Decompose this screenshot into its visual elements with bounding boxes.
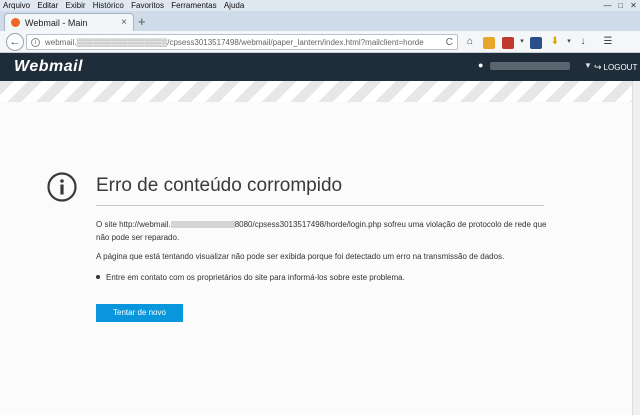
chevron-down-icon[interactable]: ▾ xyxy=(566,35,572,49)
site-info-icon[interactable]: i xyxy=(31,37,40,47)
info-icon xyxy=(47,172,77,202)
cpanel-favicon-icon xyxy=(11,18,20,27)
toolbar-icons: ⌂ ▾ ⬇ ▾ ↓ ☰ xyxy=(462,34,619,50)
menu-arquivo[interactable]: Arquivo xyxy=(1,0,32,11)
download-icon[interactable]: ↓ xyxy=(575,35,591,49)
suggestion-item: Entre em contato com os proprietários do… xyxy=(96,272,405,284)
error-explanation: A página que está tentando visualizar nã… xyxy=(96,252,505,261)
download-icon[interactable]: ⬇ xyxy=(547,35,563,49)
logout-icon: ↪ xyxy=(594,62,602,72)
logout-label: LOGOUT xyxy=(603,63,638,72)
menu-bar: Arquivo Editar Exibir Histórico Favorito… xyxy=(0,0,640,11)
bullet-dot xyxy=(96,275,100,279)
striped-banner xyxy=(0,81,640,102)
menu-ajuda[interactable]: Ajuda xyxy=(222,0,246,11)
divider xyxy=(96,205,544,206)
menu-ferramentas[interactable]: Ferramentas xyxy=(169,0,218,11)
bookmarks-icon[interactable] xyxy=(483,36,495,49)
address-bar[interactable]: i webmail.▒▒▒▒▒▒▒▒▒▒▒▒▒▒▒▒/cpsess3013517… xyxy=(26,34,458,50)
menu-favoritos[interactable]: Favoritos xyxy=(129,0,166,11)
try-again-button[interactable]: Tentar de novo xyxy=(96,304,183,322)
minimize-button[interactable]: — xyxy=(601,0,614,11)
menu-exibir[interactable]: Exibir xyxy=(64,0,88,11)
close-window-button[interactable]: ✕ xyxy=(627,0,640,11)
webmail-header: Webmail ● ▼ ↪ LOGOUT xyxy=(0,53,640,81)
s-extension-icon[interactable] xyxy=(502,36,514,49)
tab-webmail-main[interactable]: Webmail - Main × xyxy=(4,13,134,31)
redacted-domain xyxy=(170,221,235,228)
back-button[interactable]: ← xyxy=(6,33,24,51)
page-scrollbar[interactable] xyxy=(632,81,640,415)
tab-title: Webmail - Main xyxy=(25,17,88,28)
home-icon[interactable]: ⌂ xyxy=(462,35,478,49)
menu-icon[interactable]: ☰ xyxy=(600,35,616,49)
menu-editar[interactable]: Editar xyxy=(35,0,60,11)
close-tab-icon[interactable]: × xyxy=(121,17,127,28)
maximize-button[interactable]: □ xyxy=(614,0,627,11)
error-title: Erro de conteúdo corrompido xyxy=(96,175,343,196)
chevron-down-icon[interactable]: ▼ xyxy=(584,61,592,70)
webmail-logo[interactable]: Webmail xyxy=(14,58,83,76)
tab-strip: Webmail - Main × + xyxy=(0,11,640,31)
navigation-bar: ← i webmail.▒▒▒▒▒▒▒▒▒▒▒▒▒▒▒▒/cpsess30135… xyxy=(0,31,640,53)
error-description: O site http://webmail. 8080/cpsess3013517… xyxy=(96,220,547,242)
n-extension-icon[interactable] xyxy=(530,36,542,49)
menu-historico[interactable]: Histórico xyxy=(91,0,126,11)
new-tab-button[interactable]: + xyxy=(138,14,146,30)
window-controls: — □ ✕ xyxy=(601,0,640,11)
url-text[interactable]: webmail.▒▒▒▒▒▒▒▒▒▒▒▒▒▒▒▒/cpsess301351749… xyxy=(45,38,442,47)
user-icon: ● xyxy=(478,60,484,70)
user-menu[interactable]: ● ▼ xyxy=(478,60,592,71)
logout-button[interactable]: ↪ LOGOUT xyxy=(594,62,637,73)
redacted-username xyxy=(490,61,570,70)
reload-button[interactable]: C xyxy=(442,37,457,48)
chevron-down-icon[interactable]: ▾ xyxy=(519,35,525,49)
